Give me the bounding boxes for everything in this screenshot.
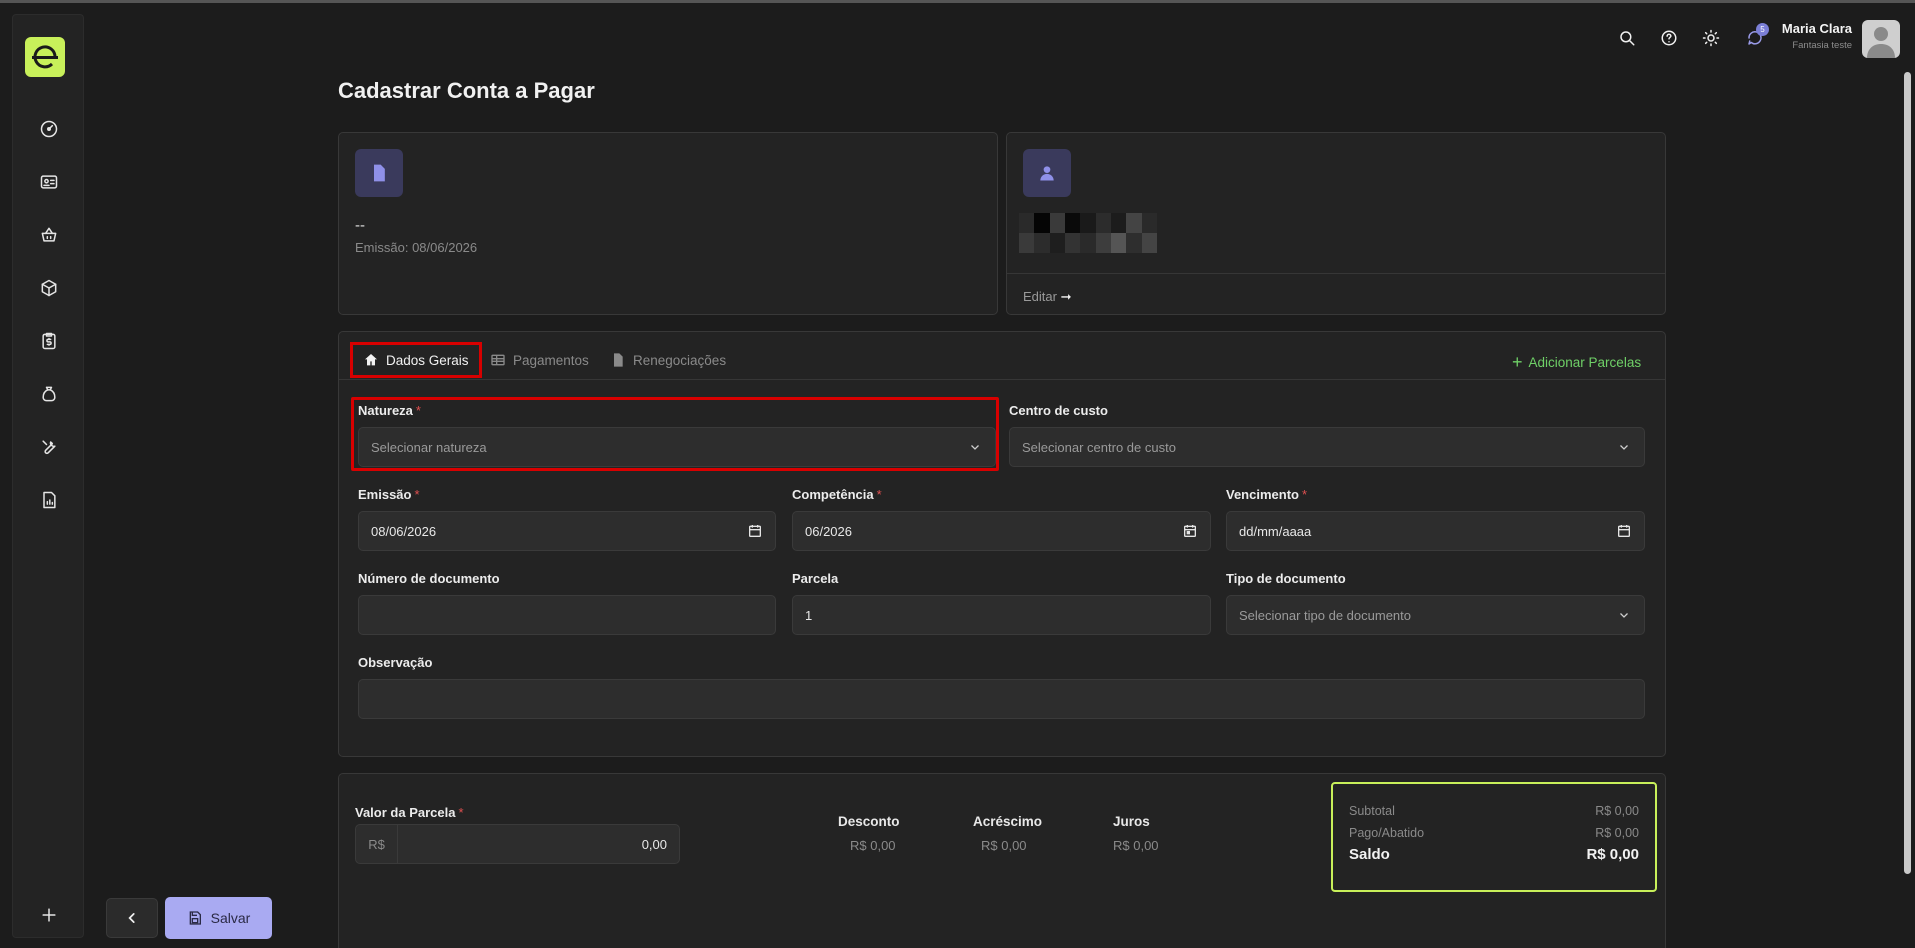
card-divider <box>1007 273 1665 274</box>
pago-row: Pago/Abatido R$ 0,00 <box>1349 826 1639 840</box>
window-top-border <box>0 0 1915 3</box>
arrow-right-icon: ➞ <box>1060 289 1072 304</box>
document-icon <box>355 149 403 197</box>
centro-custo-label: Centro de custo <box>1009 403 1108 418</box>
chevron-left-icon <box>128 913 135 923</box>
summary-box: Subtotal R$ 0,00 Pago/Abatido R$ 0,00 Sald… <box>1331 782 1657 892</box>
save-icon <box>189 911 201 925</box>
bill-icon[interactable] <box>37 329 61 353</box>
id-card-icon[interactable] <box>37 170 61 194</box>
calendar-icon[interactable] <box>747 523 763 539</box>
tipo-documento-label: Tipo de documento <box>1226 571 1346 586</box>
vencimento-label: Vencimento * <box>1226 487 1308 502</box>
parcela-input[interactable]: 1 <box>792 595 1211 635</box>
valor-parcela-label: Valor da Parcela * <box>355 805 464 820</box>
calendar-icon[interactable] <box>1616 523 1632 539</box>
vencimento-date-input[interactable]: dd/mm/aaaa <box>1226 511 1645 551</box>
money-bag-icon[interactable] <box>37 382 61 406</box>
save-button[interactable]: Salvar <box>165 897 272 939</box>
numero-documento-label: Número de documento <box>358 571 500 586</box>
observacao-label: Observação <box>358 655 433 670</box>
notification-badge: 5 <box>1756 23 1769 36</box>
observacao-textarea[interactable] <box>358 679 1645 719</box>
natureza-label: Natureza * <box>358 403 421 418</box>
supplier-card: Editar ➞ <box>1006 132 1666 315</box>
natureza-select[interactable]: Selecionar natureza <box>358 427 996 467</box>
chevron-down-icon <box>1620 613 1628 618</box>
report-icon[interactable] <box>37 488 61 512</box>
page-scrollbar[interactable] <box>1904 72 1911 874</box>
juros-value: R$ 0,00 <box>1113 838 1159 853</box>
juros-label: Juros <box>1113 814 1150 829</box>
acrescimo-value: R$ 0,00 <box>981 838 1027 853</box>
tipo-documento-select[interactable]: Selecionar tipo de documento <box>1226 595 1645 635</box>
tab-renegociacoes[interactable]: Renegociações <box>600 342 736 378</box>
chevron-down-icon <box>971 445 979 450</box>
emissao-label: Emissão * <box>358 487 420 502</box>
tabs-divider <box>339 379 1665 380</box>
document-icon <box>614 353 623 367</box>
subtotal-row: Subtotal R$ 0,00 <box>1349 804 1639 818</box>
tab-pagamentos[interactable]: Pagamentos <box>480 342 599 378</box>
user-icon <box>1023 149 1071 197</box>
tab-dados-gerais[interactable]: Dados Gerais <box>350 342 482 378</box>
desconto-label: Desconto <box>838 814 900 829</box>
user-avatar-icon <box>1867 27 1895 58</box>
add-parcelas-button[interactable]: + Adicionar Parcelas <box>1512 352 1641 373</box>
centro-custo-select[interactable]: Selecionar centro de custo <box>1009 427 1645 467</box>
plus-icon: + <box>1512 352 1523 372</box>
saldo-row: Saldo R$ 0,00 <box>1349 846 1639 863</box>
notifications-icon[interactable]: 5 <box>1743 23 1769 50</box>
competencia-label: Competência * <box>792 487 882 502</box>
theme-sun-icon[interactable] <box>1699 26 1723 50</box>
app-logo[interactable] <box>25 37 65 77</box>
back-button[interactable] <box>106 898 158 938</box>
chevron-down-icon <box>1620 445 1628 450</box>
box-icon[interactable] <box>37 276 61 300</box>
basket-icon[interactable] <box>37 223 61 247</box>
valor-parcela-value[interactable]: 0,00 <box>398 837 679 852</box>
page-title: Cadastrar Conta a Pagar <box>338 78 595 103</box>
emissao-date-input[interactable]: 08/06/2026 <box>358 511 776 551</box>
dashboard-icon[interactable] <box>37 117 61 141</box>
help-icon[interactable] <box>1657 26 1681 50</box>
parcela-label: Parcela <box>792 571 839 586</box>
user-name[interactable]: Maria Clara <box>1782 21 1852 36</box>
logo-mark-icon <box>32 45 58 69</box>
document-number: -- <box>355 217 365 234</box>
avatar[interactable] <box>1862 20 1900 58</box>
search-icon[interactable] <box>1615 26 1639 50</box>
valor-parcela-input[interactable]: R$ 0,00 <box>355 824 680 864</box>
edit-supplier-link[interactable]: Editar ➞ <box>1023 289 1072 305</box>
acrescimo-label: Acréscimo <box>973 814 1043 829</box>
redacted-supplier-name <box>1019 213 1157 253</box>
tools-icon[interactable] <box>37 435 61 459</box>
calendar-icon[interactable] <box>1182 523 1198 539</box>
document-emission: Emissão: 08/06/2026 <box>355 240 478 255</box>
add-icon[interactable] <box>37 903 61 927</box>
numero-documento-input[interactable] <box>358 595 776 635</box>
table-icon <box>491 354 505 366</box>
document-card: -- Emissão: 08/06/2026 <box>338 132 998 315</box>
desconto-value: R$ 0,00 <box>850 838 896 853</box>
user-company: Fantasia teste <box>1792 40 1852 51</box>
competencia-input[interactable]: 06/2026 <box>792 511 1211 551</box>
sidebar <box>12 14 84 938</box>
home-icon <box>365 354 377 366</box>
currency-prefix: R$ <box>356 825 398 863</box>
